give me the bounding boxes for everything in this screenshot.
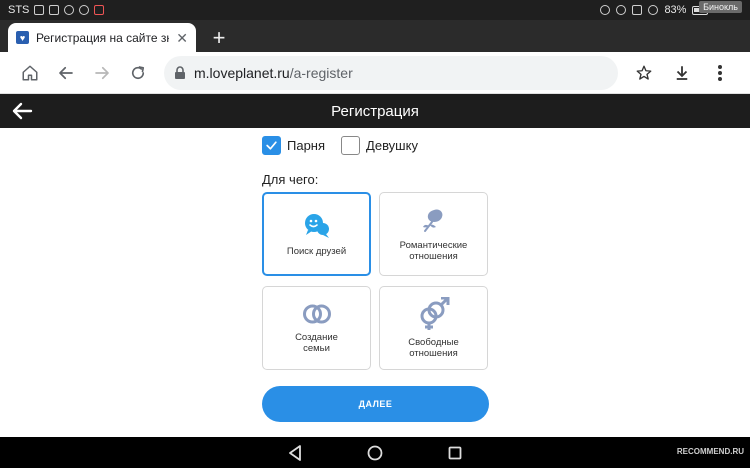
overlay-label: Бинокль	[699, 1, 742, 13]
address-bar[interactable]: m.loveplanet.ru/a-register	[164, 55, 618, 90]
page-header: Регистрация	[0, 94, 750, 128]
purpose-card-label: Создание семьи	[295, 332, 338, 354]
watermark: RECOMMEND.RU	[676, 447, 744, 456]
vpn-icon	[79, 5, 90, 15]
more-vert-icon	[718, 64, 722, 81]
sync-icon	[64, 5, 75, 15]
url-path: /a-register	[289, 64, 353, 81]
lock-icon	[175, 65, 185, 79]
system-nav-bar	[0, 437, 750, 468]
flower-icon	[422, 209, 442, 232]
nav-recents-button[interactable]	[446, 444, 464, 462]
bookmark-button[interactable]	[626, 55, 662, 91]
browser-toolbar: m.loveplanet.ru/a-register	[0, 52, 750, 94]
site-favicon-icon: ♥	[16, 31, 29, 44]
download-button[interactable]	[664, 55, 700, 91]
browser-tab[interactable]: ♥ Регистрация на сайте знако ✕	[8, 23, 196, 52]
purpose-card-romance[interactable]: Романтические отношения	[379, 192, 488, 276]
download-icon	[676, 65, 688, 80]
home-button[interactable]	[12, 55, 48, 91]
purpose-card-label: Свободные отношения	[408, 337, 459, 359]
purpose-card-family[interactable]: Создание семьи	[262, 286, 371, 370]
tab-strip: ♥ Регистрация на сайте знако ✕ +	[0, 20, 750, 52]
reload-icon	[131, 65, 145, 79]
arrow-right-icon	[95, 66, 109, 79]
status-bar: STS 83% 22:29 Бинокль	[0, 0, 750, 20]
forward-button[interactable]	[84, 55, 120, 91]
checkbox-male[interactable]	[262, 136, 281, 155]
home-icon	[22, 65, 38, 80]
purpose-label: Для чего:	[262, 172, 319, 187]
app-notification-icon	[94, 5, 105, 15]
checkbox-female-label: Девушку	[366, 138, 418, 153]
nav-home-button[interactable]	[366, 444, 384, 462]
checkmark-icon	[266, 141, 277, 150]
url-domain: m.loveplanet.ru	[194, 64, 290, 81]
star-icon	[636, 65, 652, 80]
checkbox-female[interactable]	[341, 136, 361, 155]
wifi-icon	[648, 5, 659, 15]
purpose-card-friends[interactable]: Поиск друзей	[262, 192, 371, 276]
registration-form: Парня Девушку Для чего: Поиск друзей Ром…	[0, 128, 750, 437]
back-arrow-icon[interactable]	[10, 99, 34, 123]
purpose-card-free[interactable]: Свободные отношения	[379, 286, 488, 370]
bluetooth-icon	[600, 5, 611, 15]
back-button[interactable]	[48, 55, 84, 91]
gender-symbols-icon	[420, 297, 449, 330]
reload-button[interactable]	[120, 55, 156, 91]
close-tab-icon[interactable]: ✕	[176, 31, 188, 45]
battery-percent: 83%	[664, 4, 687, 16]
triangle-back-icon	[289, 444, 301, 461]
checkbox-male-label: Парня	[287, 138, 326, 153]
url-text: m.loveplanet.ru/a-register	[194, 65, 353, 81]
carrier-label: STS	[8, 4, 30, 16]
arrow-left-icon	[59, 66, 73, 79]
menu-button[interactable]	[702, 55, 738, 91]
new-tab-button[interactable]: +	[202, 23, 236, 52]
page-title: Регистрация	[331, 102, 419, 120]
chat-bubbles-icon	[304, 213, 329, 238]
next-button[interactable]: ДАЛЕЕ	[262, 386, 489, 422]
circle-home-icon	[367, 445, 383, 460]
square-recents-icon	[448, 446, 462, 459]
notification-icon	[34, 5, 45, 15]
purpose-card-label: Поиск друзей	[286, 245, 347, 257]
nav-back-button[interactable]	[286, 444, 304, 462]
rings-icon	[302, 304, 331, 324]
purpose-card-label: Романтические отношения	[399, 240, 468, 262]
mail-icon	[49, 5, 60, 15]
gender-options: Парня Девушку	[262, 136, 418, 155]
eye-comfort-icon	[616, 5, 627, 15]
vibrate-icon	[632, 5, 643, 15]
tab-title: Регистрация на сайте знако	[36, 30, 169, 45]
